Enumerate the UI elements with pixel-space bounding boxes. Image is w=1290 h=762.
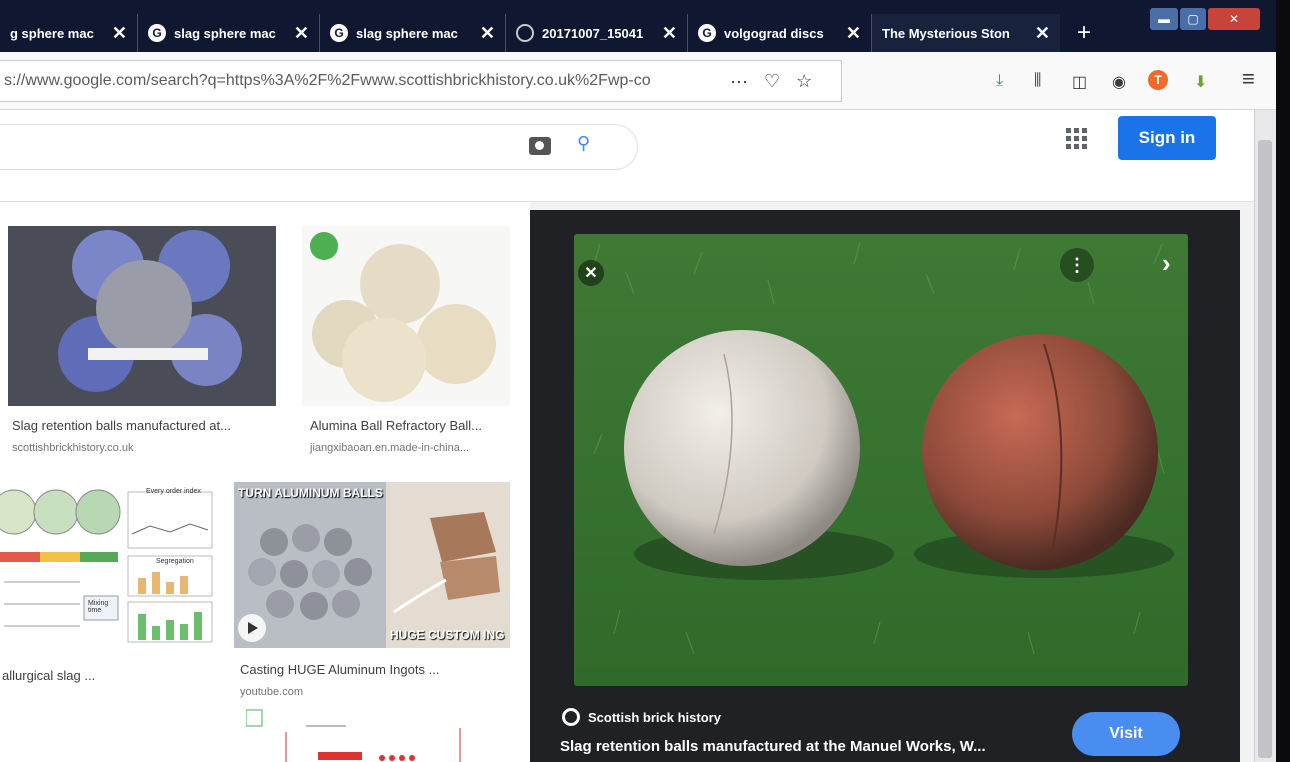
addon-icon[interactable]: T bbox=[1148, 70, 1168, 90]
more-actions-icon[interactable]: ··· bbox=[730, 71, 748, 92]
tab-strip: g sphere mac ✕ G slag sphere mac ✕ G sla… bbox=[0, 0, 1290, 52]
close-preview-icon[interactable]: ✕ bbox=[578, 260, 604, 286]
metallurgical-chart-image bbox=[0, 489, 213, 643]
pocket-icon[interactable]: ♡ bbox=[764, 71, 780, 92]
video-overlay-text: TURN ALUMINUM BALLS bbox=[238, 486, 383, 500]
slag-balls-image bbox=[8, 226, 276, 406]
google-icon: G bbox=[148, 24, 166, 42]
tab-5[interactable]: The Mysterious Ston ✕ bbox=[872, 14, 1060, 52]
tab-label: The Mysterious Ston bbox=[882, 25, 1010, 41]
aluminum-balls-video-image bbox=[234, 482, 510, 648]
result-thumbnail[interactable] bbox=[246, 708, 478, 762]
result-thumbnail[interactable] bbox=[8, 226, 276, 406]
more-options-icon[interactable]: ⋮ bbox=[1060, 248, 1094, 282]
tab-label: g sphere mac bbox=[10, 25, 94, 41]
chart-label: Every order index bbox=[146, 488, 201, 495]
google-header: ⚲ Sign in bbox=[0, 110, 1256, 202]
sign-in-button[interactable]: Sign in bbox=[1118, 116, 1216, 160]
tab-label: slag sphere mac bbox=[356, 25, 458, 41]
library-icon[interactable]: ⫼ bbox=[1034, 72, 1041, 90]
result-source: youtube.com bbox=[240, 686, 303, 698]
tab-2[interactable]: G slag sphere mac ✕ bbox=[320, 14, 506, 52]
tab-label: 20171007_15041 bbox=[542, 25, 644, 41]
sidebar-icon[interactable]: ◫ bbox=[1072, 72, 1087, 92]
ring-icon bbox=[516, 24, 534, 42]
tab-1[interactable]: G slag sphere mac ✕ bbox=[138, 14, 320, 52]
search-icon[interactable]: ⚲ bbox=[577, 133, 590, 154]
video-overlay-text: HUGE CUSTOM ING bbox=[390, 628, 505, 642]
preview-source-name: Scottish brick history bbox=[588, 709, 721, 725]
download-icon[interactable]: ⤓ bbox=[996, 72, 1003, 90]
preview-title[interactable]: Slag retention balls manufactured at the… bbox=[560, 738, 986, 755]
tab-label: volgograd discs bbox=[724, 25, 824, 41]
chart-label: Segregation bbox=[156, 558, 194, 565]
minimize-button[interactable]: ▬ bbox=[1150, 8, 1178, 30]
browser-window: g sphere mac ✕ G slag sphere mac ✕ G sla… bbox=[0, 0, 1290, 762]
google-icon: G bbox=[330, 24, 348, 42]
close-icon[interactable]: ✕ bbox=[112, 23, 127, 44]
preview-source[interactable]: Scottish brick history bbox=[562, 708, 721, 726]
alumina-balls-image bbox=[302, 226, 510, 406]
result-thumbnail[interactable]: TURN ALUMINUM BALLS HUGE CUSTOM ING bbox=[234, 482, 510, 648]
result-thumbnail[interactable] bbox=[302, 226, 510, 406]
google-icon: G bbox=[698, 24, 716, 42]
result-source: scottishbrickhistory.co.uk bbox=[12, 442, 134, 454]
result-title[interactable]: Slag retention balls manufactured at... bbox=[12, 418, 231, 433]
result-thumbnail[interactable]: Every order index Segregation Mixing tim… bbox=[0, 486, 216, 648]
tab-3[interactable]: 20171007_15041 ✕ bbox=[506, 14, 688, 52]
next-image-icon[interactable]: › bbox=[1162, 248, 1171, 279]
url-text[interactable]: s://www.google.com/search?q=https%3A%2F%… bbox=[0, 72, 714, 90]
tab-label: slag sphere mac bbox=[174, 25, 276, 41]
menu-icon[interactable]: ≡ bbox=[1242, 66, 1255, 92]
camera-icon[interactable] bbox=[529, 137, 551, 155]
two-slag-balls-on-grass-image bbox=[574, 234, 1188, 686]
preview-image[interactable]: ✕ ⋮ › bbox=[574, 234, 1188, 686]
page-scrollbar[interactable] bbox=[1254, 110, 1276, 762]
tab-4[interactable]: G volgograd discs ✕ bbox=[688, 14, 872, 52]
site-favicon-icon bbox=[562, 708, 580, 726]
result-title[interactable]: Casting HUGE Aluminum Ingots ... bbox=[240, 662, 439, 677]
bookmark-star-icon[interactable]: ☆ bbox=[796, 71, 812, 92]
maximize-button[interactable]: ▢ bbox=[1180, 8, 1206, 30]
tab-0[interactable]: g sphere mac ✕ bbox=[0, 14, 138, 52]
search-input[interactable]: ⚲ bbox=[0, 124, 638, 170]
scrollbar-thumb[interactable] bbox=[1258, 140, 1272, 758]
close-icon[interactable]: ✕ bbox=[662, 23, 677, 44]
download-helper-icon[interactable]: ⬇ bbox=[1194, 72, 1207, 92]
apps-grid-icon[interactable] bbox=[1066, 128, 1088, 150]
navigation-bar: s://www.google.com/search?q=https%3A%2F%… bbox=[0, 52, 1290, 110]
close-icon[interactable]: ✕ bbox=[1035, 23, 1050, 44]
monitor-bezel bbox=[1276, 0, 1290, 762]
chart-label: Mixing time bbox=[88, 600, 109, 614]
close-icon[interactable]: ✕ bbox=[294, 23, 309, 44]
diagram-thumbnail-image bbox=[246, 709, 461, 762]
address-bar[interactable]: s://www.google.com/search?q=https%3A%2F%… bbox=[0, 60, 842, 102]
close-window-button[interactable]: ✕ bbox=[1208, 8, 1260, 30]
image-preview-panel: ✕ ⋮ › Scottish brick history Slag retent… bbox=[530, 210, 1240, 762]
visit-button[interactable]: Visit bbox=[1072, 712, 1180, 756]
result-source: jiangxibaoan.en.made-in-china... bbox=[310, 442, 469, 454]
close-icon[interactable]: ✕ bbox=[480, 23, 495, 44]
account-icon[interactable]: ◉ bbox=[1112, 72, 1126, 92]
result-title[interactable]: allurgical slag ... bbox=[2, 668, 95, 683]
close-icon[interactable]: ✕ bbox=[846, 23, 861, 44]
result-title[interactable]: Alumina Ball Refractory Ball... bbox=[310, 418, 482, 433]
new-tab-button[interactable]: + bbox=[1066, 14, 1102, 52]
image-results-grid: Slag retention balls manufactured at... … bbox=[0, 202, 530, 762]
